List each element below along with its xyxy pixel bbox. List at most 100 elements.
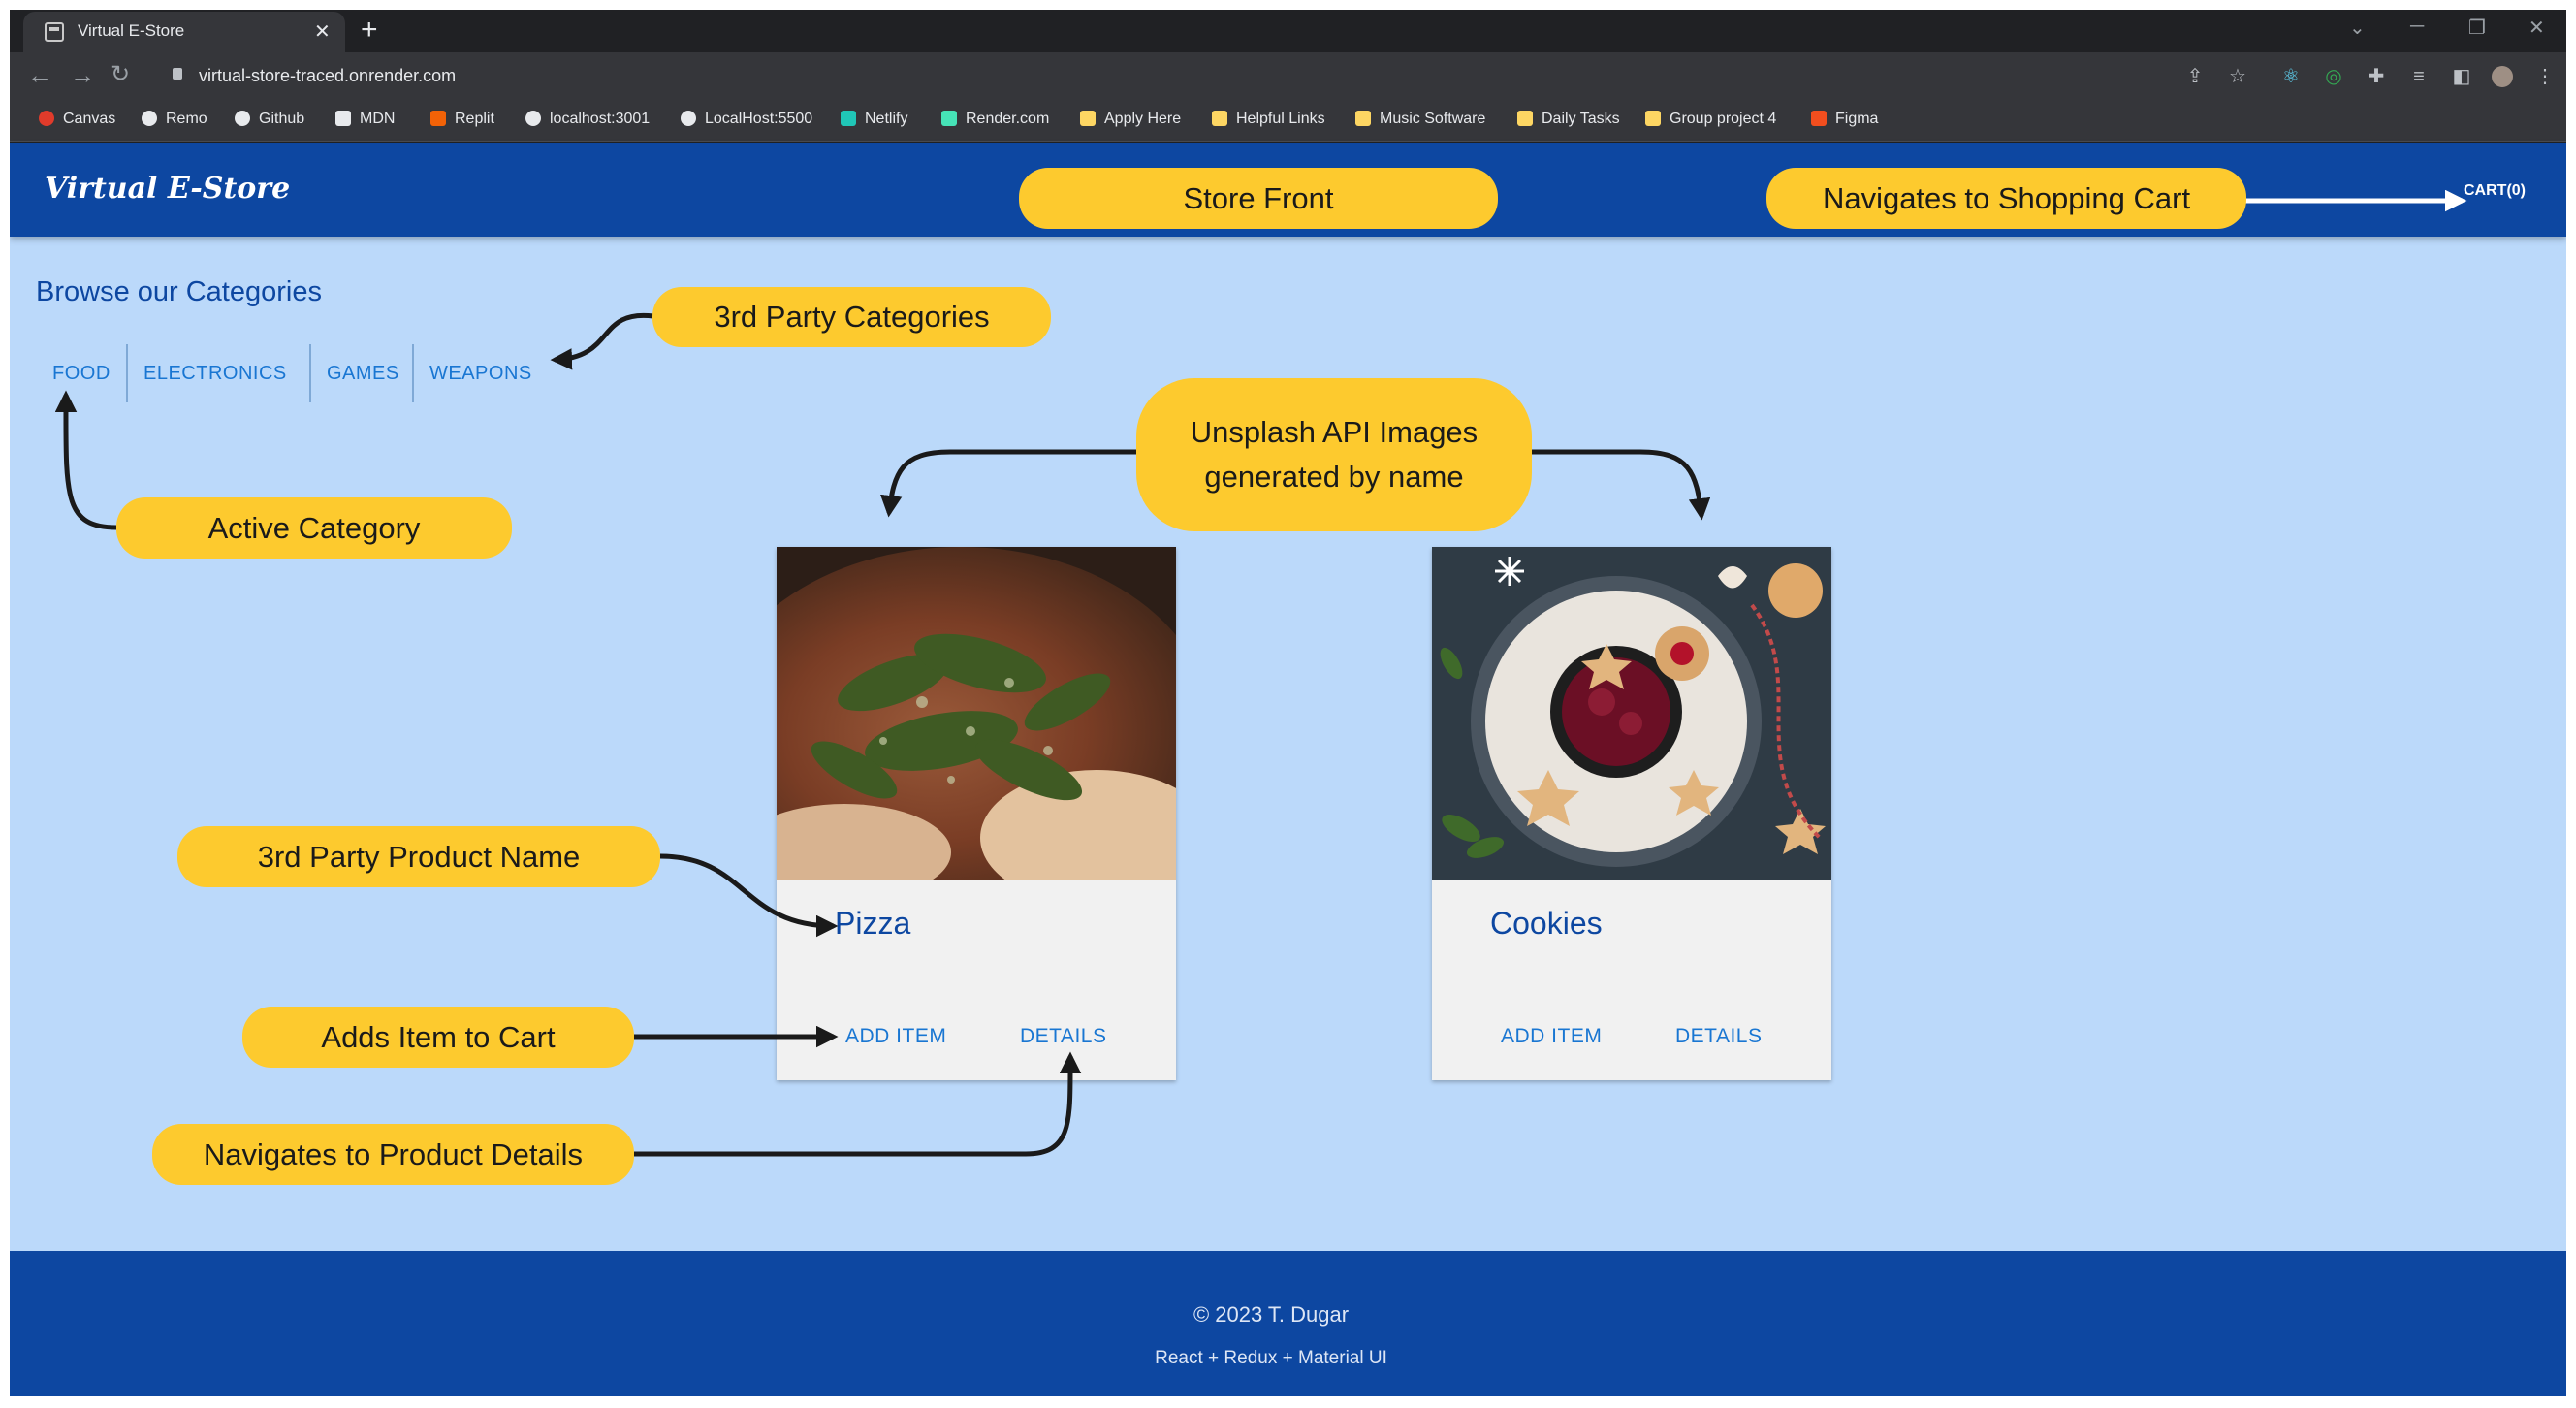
tab-title: Virtual E-Store <box>78 21 185 40</box>
lock-icon <box>173 68 182 80</box>
folder-icon <box>1212 111 1227 126</box>
bookmark-star-icon[interactable]: ☆ <box>2227 66 2248 87</box>
app-footer: © 2023 T. Dugar React + Redux + Material… <box>10 1251 2566 1396</box>
bookmark-daily-tasks[interactable]: Daily Tasks <box>1517 111 1620 128</box>
forward-icon[interactable]: → <box>70 60 95 90</box>
bookmark-label: Daily Tasks <box>1542 111 1620 127</box>
browser-window: Virtual E-Store ✕ + ⌄ ─ ❐ ✕ ← → ↻ virtua… <box>10 10 2566 1396</box>
bookmark-label: MDN <box>360 111 396 127</box>
callout-unsplash-line-1: Unsplash API Images <box>1190 415 1479 449</box>
profile-avatar[interactable] <box>2492 66 2513 87</box>
bookmark-label: Canvas <box>63 111 116 127</box>
bookmark-replit[interactable]: Replit <box>430 111 494 128</box>
bookmark-label: Github <box>259 111 305 127</box>
annotation-arrows <box>54 189 2467 1157</box>
callout-third-party-categories: 3rd Party Categories <box>652 287 1051 347</box>
reload-icon[interactable]: ↻ <box>111 60 130 88</box>
bookmark-label: localhost:3001 <box>550 111 651 127</box>
store-logo[interactable]: Virtual E-Store <box>45 172 290 206</box>
bookmark-canvas[interactable]: Canvas <box>39 111 115 128</box>
product-image-pizza <box>777 547 1176 880</box>
minimize-icon[interactable]: ─ <box>2410 16 2424 38</box>
folder-icon <box>1517 111 1533 126</box>
browser-toolbar: ← → ↻ virtual-store-traced.onrender.com … <box>10 52 2566 101</box>
product-name: Pizza <box>835 906 911 941</box>
tab-strip: Virtual E-Store ✕ + ⌄ ─ ❐ ✕ <box>10 10 2566 52</box>
bookmark-label: Remo <box>166 111 207 127</box>
product-name: Cookies <box>1490 906 1603 941</box>
bookmark-label: Music Software <box>1380 111 1486 127</box>
side-panel-icon[interactable]: ◧ <box>2451 66 2472 87</box>
details-button[interactable]: DETAILS <box>1675 1025 1762 1048</box>
bookmark-helpful-links[interactable]: Helpful Links <box>1212 111 1325 128</box>
address-bar[interactable]: virtual-store-traced.onrender.com <box>199 66 456 86</box>
menu-kebab-icon[interactable]: ⋮ <box>2534 66 2556 87</box>
folder-icon <box>1645 111 1661 126</box>
render-icon <box>941 111 957 126</box>
bookmark-localhost-5500[interactable]: LocalHost:5500 <box>681 111 812 128</box>
restore-icon[interactable]: ❐ <box>2468 16 2486 40</box>
folder-icon <box>1355 111 1371 126</box>
canvas-icon <box>39 111 54 126</box>
react-devtools-icon[interactable]: ⚛ <box>2280 66 2302 87</box>
category-tab-electronics[interactable]: ELECTRONICS <box>128 344 311 402</box>
category-tab-food[interactable]: FOOD <box>37 344 128 402</box>
close-tab-icon[interactable]: ✕ <box>314 19 331 44</box>
store-favicon-icon <box>45 22 64 42</box>
product-card: Pizza ADD ITEM DETAILS <box>777 547 1176 1080</box>
copyright-text: © 2023 T. Dugar <box>1193 1302 1350 1327</box>
category-tab-games[interactable]: GAMES <box>311 344 414 402</box>
new-tab-button[interactable]: + <box>361 14 378 47</box>
callout-unsplash-images: Unsplash API Images generated by name <box>1136 378 1532 531</box>
reading-list-icon[interactable]: ≡ <box>2408 66 2430 87</box>
extension-circle-icon[interactable]: ◎ <box>2323 66 2344 87</box>
extensions-puzzle-icon[interactable]: ✚ <box>2366 66 2387 87</box>
bookmark-mdn[interactable]: MDN <box>335 111 395 128</box>
callout-unsplash-line-2: generated by name <box>1204 460 1464 494</box>
globe-icon <box>681 111 696 126</box>
details-button[interactable]: DETAILS <box>1020 1025 1106 1048</box>
bookmark-label: Figma <box>1835 111 1879 127</box>
close-window-icon[interactable]: ✕ <box>2528 16 2545 40</box>
add-item-button[interactable]: ADD ITEM <box>845 1025 946 1048</box>
bookmark-remo[interactable]: Remo <box>142 111 207 128</box>
tab-search-icon[interactable]: ⌄ <box>2349 16 2366 40</box>
bookmark-github[interactable]: Github <box>235 111 304 128</box>
browser-tab[interactable]: Virtual E-Store ✕ <box>23 12 345 52</box>
github-icon <box>235 111 250 126</box>
callout-product-name: 3rd Party Product Name <box>177 826 660 887</box>
bookmark-label: LocalHost:5500 <box>705 111 813 127</box>
bookmark-label: Group project 4 <box>1670 111 1777 127</box>
netlify-icon <box>841 111 856 126</box>
callout-active-category: Active Category <box>116 497 512 559</box>
replit-icon <box>430 111 446 126</box>
category-tab-weapons[interactable]: WEAPONS <box>414 344 545 402</box>
back-icon[interactable]: ← <box>27 60 52 90</box>
bookmark-netlify[interactable]: Netlify <box>841 111 907 128</box>
cart-button[interactable]: CART(0) <box>2464 182 2526 200</box>
product-card: Cookies ADD ITEM DETAILS <box>1432 547 1831 1080</box>
bookmark-render-com[interactable]: Render.com <box>941 111 1049 128</box>
mdn-icon <box>335 111 351 126</box>
callout-navigates-to-details: Navigates to Product Details <box>152 1124 634 1185</box>
browse-categories-heading: Browse our Categories <box>36 276 322 307</box>
bookmark-label: Netlify <box>865 111 908 127</box>
callout-adds-item-to-cart: Adds Item to Cart <box>242 1007 634 1068</box>
folder-icon <box>1080 111 1096 126</box>
globe-icon <box>142 111 157 126</box>
share-icon[interactable]: ⇪ <box>2184 66 2206 87</box>
add-item-button[interactable]: ADD ITEM <box>1501 1025 1602 1048</box>
bookmark-figma[interactable]: Figma <box>1811 111 1878 128</box>
web-page: Virtual E-Store CART(0) Browse our Categ… <box>10 143 2566 1396</box>
bookmark-localhost-3001[interactable]: localhost:3001 <box>525 111 650 128</box>
bookmark-group-project-4[interactable]: Group project 4 <box>1645 111 1776 128</box>
bookmark-label: Render.com <box>966 111 1050 127</box>
figma-icon <box>1811 111 1827 126</box>
bookmark-music-software[interactable]: Music Software <box>1355 111 1485 128</box>
product-image-cookies <box>1432 547 1831 880</box>
bookmark-label: Helpful Links <box>1236 111 1325 127</box>
bookmark-label: Apply Here <box>1104 111 1182 127</box>
globe-icon <box>525 111 541 126</box>
bookmarks-bar: Canvas Remo Github MDN Replit localhost:3001 L… <box>10 101 2566 142</box>
bookmark-apply-here[interactable]: Apply Here <box>1080 111 1181 128</box>
